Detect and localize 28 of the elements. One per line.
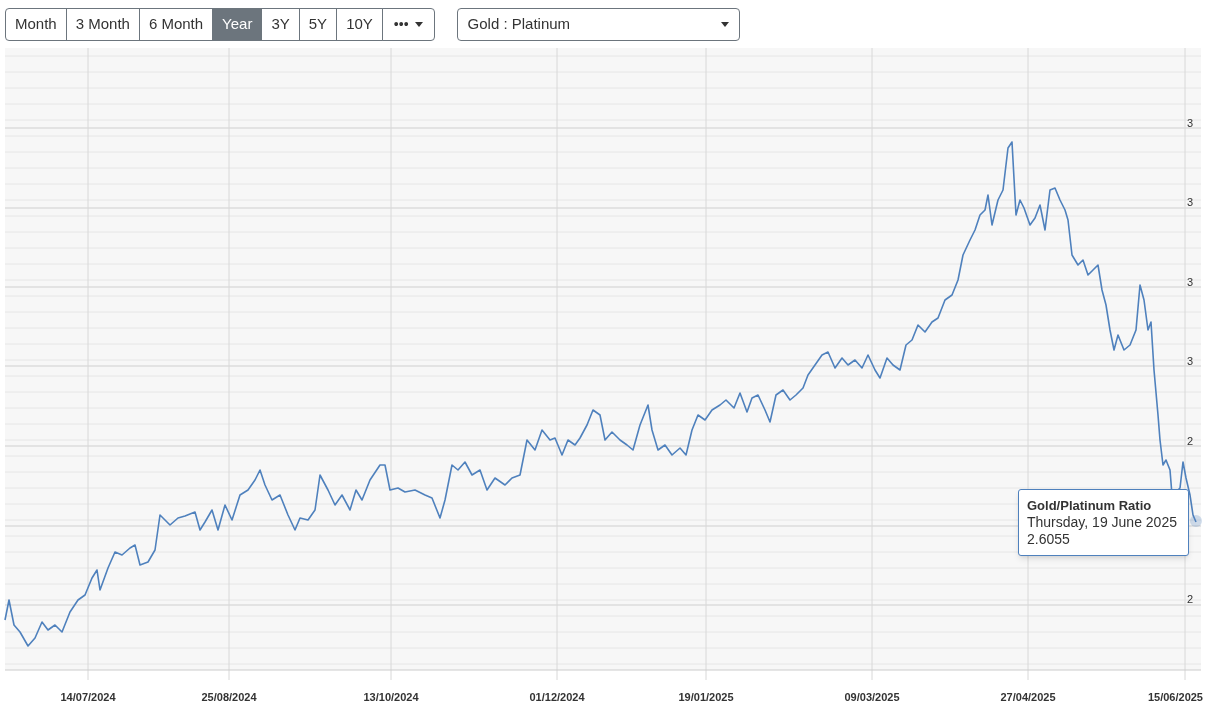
tooltip-title: Gold/Platinum Ratio — [1027, 497, 1153, 514]
x-axis-label: 13/10/2024 — [363, 690, 419, 705]
period-tab[interactable]: 5Y — [298, 7, 338, 41]
tooltip-date: Thursday, 19 June 2025 — [1027, 514, 1178, 531]
y-axis-label: 3 — [1187, 354, 1194, 369]
y-axis-label: 2 — [1187, 434, 1194, 449]
x-axis-label: 19/01/2025 — [678, 690, 734, 705]
caret-icon — [414, 21, 423, 27]
period-tab[interactable]: 3Y — [261, 7, 300, 41]
x-axis-label: 01/12/2024 — [529, 690, 585, 705]
more-button[interactable]: ••• — [381, 7, 435, 41]
x-axis-label: 09/03/2025 — [844, 690, 900, 705]
caret-icon — [720, 21, 729, 27]
y-axis-label: 3 — [1187, 195, 1194, 210]
period-tab[interactable]: 10Y — [336, 7, 383, 41]
period-tab[interactable]: 3 Month — [65, 7, 140, 41]
y-axis-label: 3 — [1187, 116, 1194, 131]
y-axis-label: 3 — [1187, 275, 1194, 290]
x-axis-label: 14/07/2024 — [60, 690, 116, 705]
ratio-select[interactable]: Gold : Platinum — [456, 7, 740, 41]
x-axis-label: 25/08/2024 — [201, 690, 257, 705]
x-axis-label: 27/04/2025 — [1000, 690, 1056, 705]
period-tab[interactable]: 6 Month — [138, 7, 214, 41]
period-tab[interactable]: Year — [212, 7, 263, 41]
y-axis-label: 2 — [1187, 592, 1194, 607]
tooltip-value: 2.6055 — [1027, 531, 1071, 548]
period-tab[interactable]: Month — [5, 7, 67, 41]
x-axis-label: 15/06/2025 — [1147, 690, 1203, 705]
